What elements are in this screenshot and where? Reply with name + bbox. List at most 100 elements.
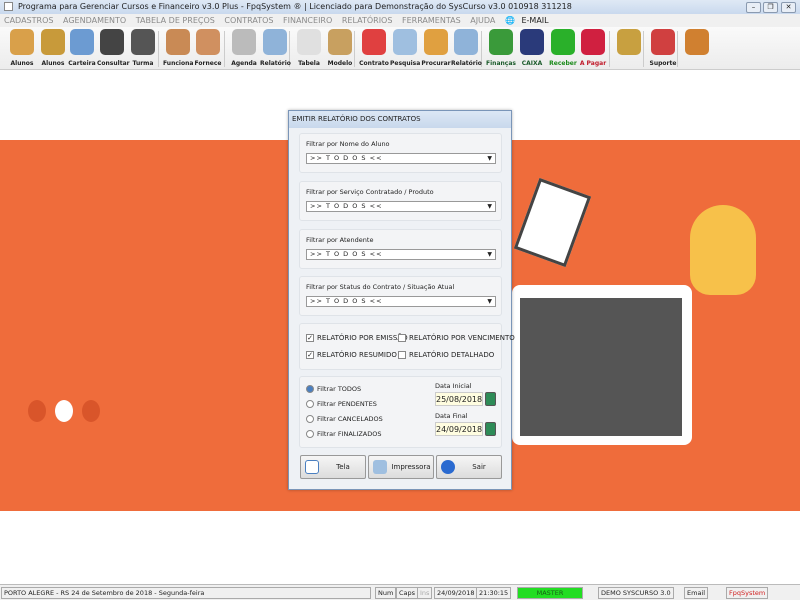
menu-cadastros[interactable]: CADASTROS [4, 16, 53, 25]
menu-ferramentas[interactable]: FERRAMENTAS [402, 16, 461, 25]
toolbar-label: Agenda [231, 60, 257, 67]
filter-atendente-select[interactable]: >> T O D O S << ▼ [306, 249, 496, 260]
menu-email[interactable]: 🌐 E-MAIL [505, 16, 552, 25]
checkbox-label: RELATÓRIO POR EMISSÃO [317, 334, 408, 342]
date-end-input[interactable]: 24/09/2018 [435, 422, 483, 436]
toolbar-icon [232, 29, 256, 55]
window-icon [305, 460, 319, 474]
toolbar-label: Alunos [41, 60, 65, 67]
toolbar-button-finanças[interactable]: Finanças [486, 29, 516, 67]
toolbar-button-icon[interactable] [682, 29, 712, 60]
toolbar-icon [454, 29, 478, 55]
checkbox-resumido[interactable]: ✓ RELATÓRIO RESUMIDO [306, 351, 397, 359]
toolbar-button-modelo[interactable]: Modelo [325, 29, 355, 67]
toolbar-button-agenda[interactable]: Agenda [229, 29, 259, 67]
minimize-button[interactable]: – [746, 2, 761, 13]
date-start-input[interactable]: 25/08/2018 [435, 392, 483, 406]
toolbar-button-icon[interactable] [614, 29, 644, 60]
menu-ajuda[interactable]: AJUDA [470, 16, 495, 25]
menu-tabela-precos[interactable]: TABELA DE PREÇOS [136, 16, 215, 25]
chevron-down-icon: ▼ [487, 155, 493, 162]
toolbar-label: Fornece [194, 60, 222, 67]
filter-servico-group: Filtrar por Serviço Contratado / Produto… [299, 181, 502, 221]
status-email[interactable]: Email [684, 587, 709, 599]
toolbar-label: A Pagar [579, 60, 607, 67]
toolbar-label: Suporte [649, 60, 677, 67]
status-filter-group: Filtrar TODOS Filtrar PENDENTES Filtrar … [299, 376, 502, 448]
exit-button[interactable]: Sair [436, 455, 502, 479]
filter-status-select[interactable]: >> T O D O S << ▼ [306, 296, 496, 307]
toolbar-button-consultar[interactable]: Consultar [97, 29, 130, 67]
toolbar-icon [196, 29, 220, 55]
toolbar-separator [224, 31, 225, 67]
toolbar-icon [520, 29, 544, 55]
select-value: >> T O D O S << [310, 154, 383, 162]
checkbox-detalhado[interactable]: RELATÓRIO DETALHADO [398, 351, 494, 359]
menu-agendamento[interactable]: AGENDAMENTO [63, 16, 126, 25]
toolbar-button-receber[interactable]: Receber [548, 29, 578, 67]
checkbox-emissao[interactable]: ✓ RELATÓRIO POR EMISSÃO [306, 334, 408, 342]
toolbar-button-pesquisa[interactable]: Pesquisa [390, 29, 420, 67]
toolbar-icon [424, 29, 448, 55]
toolbar-label: Turma [132, 60, 154, 67]
toolbar-button-tabela[interactable]: Tabela [294, 29, 324, 67]
filter-atendente-label: Filtrar por Atendente [306, 236, 374, 244]
menu-financeiro[interactable]: FINANCEIRO [283, 16, 332, 25]
close-button[interactable]: ✕ [781, 2, 796, 13]
button-label: Tela [336, 463, 350, 471]
date-start-label: Data Inicial [435, 382, 472, 390]
toolbar: Alunos Alunos Carteira Consultar Turma Funcio… [0, 27, 800, 70]
filter-aluno-select[interactable]: >> T O D O S << ▼ [306, 153, 496, 164]
radio-finalizados[interactable]: Filtrar FINALIZADOS [306, 430, 381, 438]
toolbar-icon [70, 29, 94, 55]
toolbar-button-relatório[interactable]: Relatório [260, 29, 291, 67]
radio-todos[interactable]: Filtrar TODOS [306, 385, 361, 393]
restore-button[interactable]: ❐ [763, 2, 778, 13]
toolbar-label: Relatório [451, 60, 482, 67]
print-button[interactable]: Impressora [368, 455, 434, 479]
radio-pendentes[interactable]: Filtrar PENDENTES [306, 400, 377, 408]
toolbar-button-procurar[interactable]: Procurar [421, 29, 451, 67]
toolbar-button-caixa[interactable]: CAIXA [517, 29, 547, 67]
toolbar-button-turma[interactable]: Turma [128, 29, 158, 67]
radio-label: Filtrar FINALIZADOS [317, 430, 382, 438]
toolbar-button-alunos[interactable]: Alunos [7, 29, 37, 67]
menu-relatorios[interactable]: RELATÓRIOS [342, 16, 393, 25]
filter-servico-select[interactable]: >> T O D O S << ▼ [306, 201, 496, 212]
radio-cancelados[interactable]: Filtrar CANCELADOS [306, 415, 383, 423]
toolbar-button-alunos[interactable]: Alunos [38, 29, 68, 67]
toolbar-separator [158, 31, 159, 67]
toolbar-icon [10, 29, 34, 55]
toolbar-button-suporte[interactable]: Suporte [648, 29, 678, 67]
toolbar-button-a-pagar[interactable]: A Pagar [578, 29, 608, 67]
toolbar-icon [651, 29, 675, 55]
toolbar-button-contrato[interactable]: Contrato [359, 29, 389, 67]
menu-contratos[interactable]: CONTRATOS [224, 16, 273, 25]
screen-button[interactable]: Tela [300, 455, 366, 479]
status-time: 21:30:15 [476, 587, 512, 599]
date-end-label: Data Final [435, 412, 468, 420]
toolbar-separator [609, 31, 610, 67]
filter-status-group: Filtrar por Status do Contrato / Situaçã… [299, 276, 502, 316]
status-db: DEMO SYSCURSO 3.0 [598, 587, 674, 599]
toolbar-icon [41, 29, 65, 55]
dialog-title: EMITIR RELATÓRIO DOS CONTRATOS [289, 111, 511, 128]
toolbar-icon [489, 29, 513, 55]
filter-aluno-label: Filtrar por Nome do Aluno [306, 140, 390, 148]
toolbar-label: Contrato [359, 60, 389, 67]
checkbox-vencimento[interactable]: RELATÓRIO POR VENCIMENTO [398, 334, 515, 342]
toolbar-icon [581, 29, 605, 55]
select-value: >> T O D O S << [310, 250, 383, 258]
toolbar-label: Funciona [163, 60, 194, 67]
app-icon [4, 2, 13, 11]
toolbar-label: Carteira [68, 60, 96, 67]
calendar-icon[interactable] [485, 422, 496, 436]
toolbar-button-fornece[interactable]: Fornece [193, 29, 223, 67]
toolbar-icon [393, 29, 417, 55]
toolbar-button-funciona[interactable]: Funciona [163, 29, 193, 67]
calendar-icon[interactable] [485, 392, 496, 406]
toolbar-button-carteira[interactable]: Carteira [67, 29, 97, 67]
checkbox-label: RELATÓRIO DETALHADO [409, 351, 495, 359]
toolbar-button-relatório[interactable]: Relatório [451, 29, 482, 67]
button-label: Sair [472, 463, 486, 471]
